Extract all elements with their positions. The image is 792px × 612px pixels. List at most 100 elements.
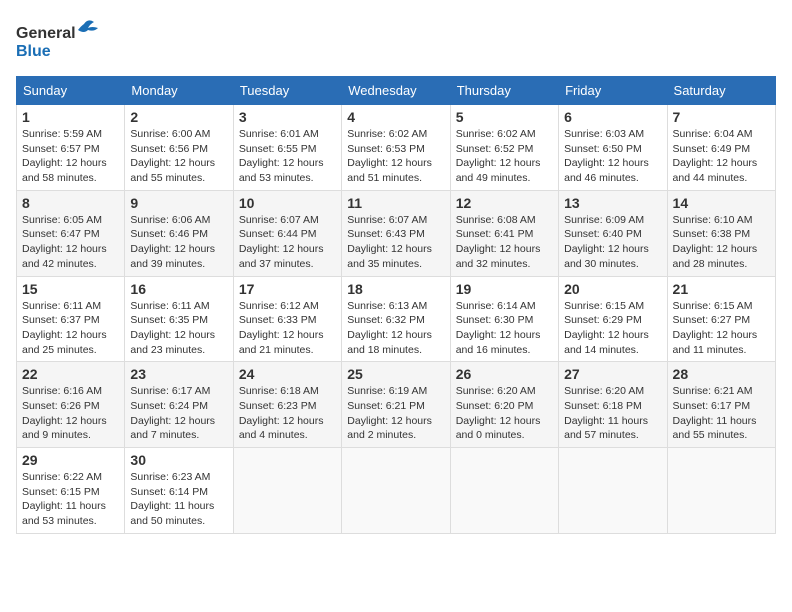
- calendar-cell: 23 Sunrise: 6:17 AM Sunset: 6:24 PM Dayl…: [125, 362, 233, 448]
- sunset-label: Sunset: 6:27 PM: [673, 314, 751, 326]
- sunrise-label: Sunrise: 6:13 AM: [347, 300, 427, 312]
- sunset-label: Sunset: 6:52 PM: [456, 143, 534, 155]
- calendar-cell: 13 Sunrise: 6:09 AM Sunset: 6:40 PM Dayl…: [559, 190, 667, 276]
- sunset-label: Sunset: 6:57 PM: [22, 143, 100, 155]
- calendar-cell: 17 Sunrise: 6:12 AM Sunset: 6:33 PM Dayl…: [233, 276, 341, 362]
- day-info: Sunrise: 5:59 AM Sunset: 6:57 PM Dayligh…: [22, 127, 119, 186]
- calendar-cell: 4 Sunrise: 6:02 AM Sunset: 6:53 PM Dayli…: [342, 105, 450, 191]
- calendar-cell: 20 Sunrise: 6:15 AM Sunset: 6:29 PM Dayl…: [559, 276, 667, 362]
- sunset-label: Sunset: 6:32 PM: [347, 314, 425, 326]
- day-info: Sunrise: 6:03 AM Sunset: 6:50 PM Dayligh…: [564, 127, 661, 186]
- day-info: Sunrise: 6:02 AM Sunset: 6:52 PM Dayligh…: [456, 127, 553, 186]
- day-info: Sunrise: 6:02 AM Sunset: 6:53 PM Dayligh…: [347, 127, 444, 186]
- calendar-cell: 3 Sunrise: 6:01 AM Sunset: 6:55 PM Dayli…: [233, 105, 341, 191]
- sunset-label: Sunset: 6:41 PM: [456, 228, 534, 240]
- day-info: Sunrise: 6:11 AM Sunset: 6:37 PM Dayligh…: [22, 299, 119, 358]
- day-number: 27: [564, 366, 661, 382]
- day-info: Sunrise: 6:09 AM Sunset: 6:40 PM Dayligh…: [564, 213, 661, 272]
- weekday-header: Monday: [125, 77, 233, 105]
- calendar-cell: 7 Sunrise: 6:04 AM Sunset: 6:49 PM Dayli…: [667, 105, 775, 191]
- sunset-label: Sunset: 6:17 PM: [673, 400, 751, 412]
- calendar-week-row: 8 Sunrise: 6:05 AM Sunset: 6:47 PM Dayli…: [17, 190, 776, 276]
- daylight-label: Daylight: 12 hours and 7 minutes.: [130, 415, 215, 442]
- svg-text:General: General: [16, 25, 76, 42]
- sunrise-label: Sunrise: 6:19 AM: [347, 385, 427, 397]
- calendar-week-row: 22 Sunrise: 6:16 AM Sunset: 6:26 PM Dayl…: [17, 362, 776, 448]
- calendar-cell: 9 Sunrise: 6:06 AM Sunset: 6:46 PM Dayli…: [125, 190, 233, 276]
- day-info: Sunrise: 6:07 AM Sunset: 6:44 PM Dayligh…: [239, 213, 336, 272]
- daylight-label: Daylight: 12 hours and 53 minutes.: [239, 157, 324, 184]
- calendar-cell: 26 Sunrise: 6:20 AM Sunset: 6:20 PM Dayl…: [450, 362, 558, 448]
- day-info: Sunrise: 6:19 AM Sunset: 6:21 PM Dayligh…: [347, 384, 444, 443]
- weekday-header: Sunday: [17, 77, 125, 105]
- sunrise-label: Sunrise: 6:10 AM: [673, 214, 753, 226]
- calendar-cell: 1 Sunrise: 5:59 AM Sunset: 6:57 PM Dayli…: [17, 105, 125, 191]
- sunset-label: Sunset: 6:46 PM: [130, 228, 208, 240]
- day-number: 16: [130, 281, 227, 297]
- sunrise-label: Sunrise: 6:03 AM: [564, 128, 644, 140]
- sunset-label: Sunset: 6:43 PM: [347, 228, 425, 240]
- calendar-cell: [233, 448, 341, 534]
- daylight-label: Daylight: 12 hours and 2 minutes.: [347, 415, 432, 442]
- calendar-cell: 29 Sunrise: 6:22 AM Sunset: 6:15 PM Dayl…: [17, 448, 125, 534]
- day-info: Sunrise: 6:04 AM Sunset: 6:49 PM Dayligh…: [673, 127, 770, 186]
- sunset-label: Sunset: 6:29 PM: [564, 314, 642, 326]
- daylight-label: Daylight: 12 hours and 11 minutes.: [673, 329, 758, 356]
- daylight-label: Daylight: 12 hours and 21 minutes.: [239, 329, 324, 356]
- calendar-cell: [450, 448, 558, 534]
- daylight-label: Daylight: 11 hours and 53 minutes.: [22, 500, 106, 527]
- calendar-table: SundayMondayTuesdayWednesdayThursdayFrid…: [16, 76, 776, 534]
- day-number: 24: [239, 366, 336, 382]
- day-number: 19: [456, 281, 553, 297]
- daylight-label: Daylight: 11 hours and 55 minutes.: [673, 415, 757, 442]
- calendar-cell: 27 Sunrise: 6:20 AM Sunset: 6:18 PM Dayl…: [559, 362, 667, 448]
- day-number: 11: [347, 195, 444, 211]
- sunset-label: Sunset: 6:50 PM: [564, 143, 642, 155]
- day-info: Sunrise: 6:20 AM Sunset: 6:18 PM Dayligh…: [564, 384, 661, 443]
- sunrise-label: Sunrise: 6:16 AM: [22, 385, 102, 397]
- day-number: 22: [22, 366, 119, 382]
- sunrise-label: Sunrise: 6:09 AM: [564, 214, 644, 226]
- sunset-label: Sunset: 6:33 PM: [239, 314, 317, 326]
- daylight-label: Daylight: 12 hours and 44 minutes.: [673, 157, 758, 184]
- day-number: 5: [456, 109, 553, 125]
- weekday-header: Friday: [559, 77, 667, 105]
- day-number: 21: [673, 281, 770, 297]
- calendar-cell: 11 Sunrise: 6:07 AM Sunset: 6:43 PM Dayl…: [342, 190, 450, 276]
- sunset-label: Sunset: 6:53 PM: [347, 143, 425, 155]
- day-info: Sunrise: 6:18 AM Sunset: 6:23 PM Dayligh…: [239, 384, 336, 443]
- day-number: 18: [347, 281, 444, 297]
- day-number: 20: [564, 281, 661, 297]
- day-number: 30: [130, 452, 227, 468]
- calendar-cell: 18 Sunrise: 6:13 AM Sunset: 6:32 PM Dayl…: [342, 276, 450, 362]
- daylight-label: Daylight: 12 hours and 4 minutes.: [239, 415, 324, 442]
- sunrise-label: Sunrise: 6:12 AM: [239, 300, 319, 312]
- daylight-label: Daylight: 12 hours and 55 minutes.: [130, 157, 215, 184]
- svg-text:Blue: Blue: [16, 43, 51, 60]
- sunrise-label: Sunrise: 6:20 AM: [456, 385, 536, 397]
- sunrise-label: Sunrise: 6:11 AM: [130, 300, 209, 312]
- calendar-cell: 14 Sunrise: 6:10 AM Sunset: 6:38 PM Dayl…: [667, 190, 775, 276]
- calendar-cell: 25 Sunrise: 6:19 AM Sunset: 6:21 PM Dayl…: [342, 362, 450, 448]
- weekday-header: Thursday: [450, 77, 558, 105]
- daylight-label: Daylight: 12 hours and 58 minutes.: [22, 157, 107, 184]
- calendar-week-row: 29 Sunrise: 6:22 AM Sunset: 6:15 PM Dayl…: [17, 448, 776, 534]
- day-info: Sunrise: 6:12 AM Sunset: 6:33 PM Dayligh…: [239, 299, 336, 358]
- sunrise-label: Sunrise: 6:23 AM: [130, 471, 210, 483]
- day-info: Sunrise: 6:13 AM Sunset: 6:32 PM Dayligh…: [347, 299, 444, 358]
- sunrise-label: Sunrise: 6:06 AM: [130, 214, 210, 226]
- day-number: 23: [130, 366, 227, 382]
- page-header: General Blue: [16, 16, 776, 66]
- weekday-header-row: SundayMondayTuesdayWednesdayThursdayFrid…: [17, 77, 776, 105]
- daylight-label: Daylight: 12 hours and 18 minutes.: [347, 329, 432, 356]
- calendar-cell: 10 Sunrise: 6:07 AM Sunset: 6:44 PM Dayl…: [233, 190, 341, 276]
- sunset-label: Sunset: 6:35 PM: [130, 314, 208, 326]
- sunrise-label: Sunrise: 6:15 AM: [673, 300, 753, 312]
- sunrise-label: Sunrise: 6:17 AM: [130, 385, 210, 397]
- sunrise-label: Sunrise: 6:02 AM: [347, 128, 427, 140]
- day-number: 8: [22, 195, 119, 211]
- day-info: Sunrise: 6:22 AM Sunset: 6:15 PM Dayligh…: [22, 470, 119, 529]
- daylight-label: Daylight: 12 hours and 16 minutes.: [456, 329, 541, 356]
- calendar-cell: [342, 448, 450, 534]
- calendar-cell: 16 Sunrise: 6:11 AM Sunset: 6:35 PM Dayl…: [125, 276, 233, 362]
